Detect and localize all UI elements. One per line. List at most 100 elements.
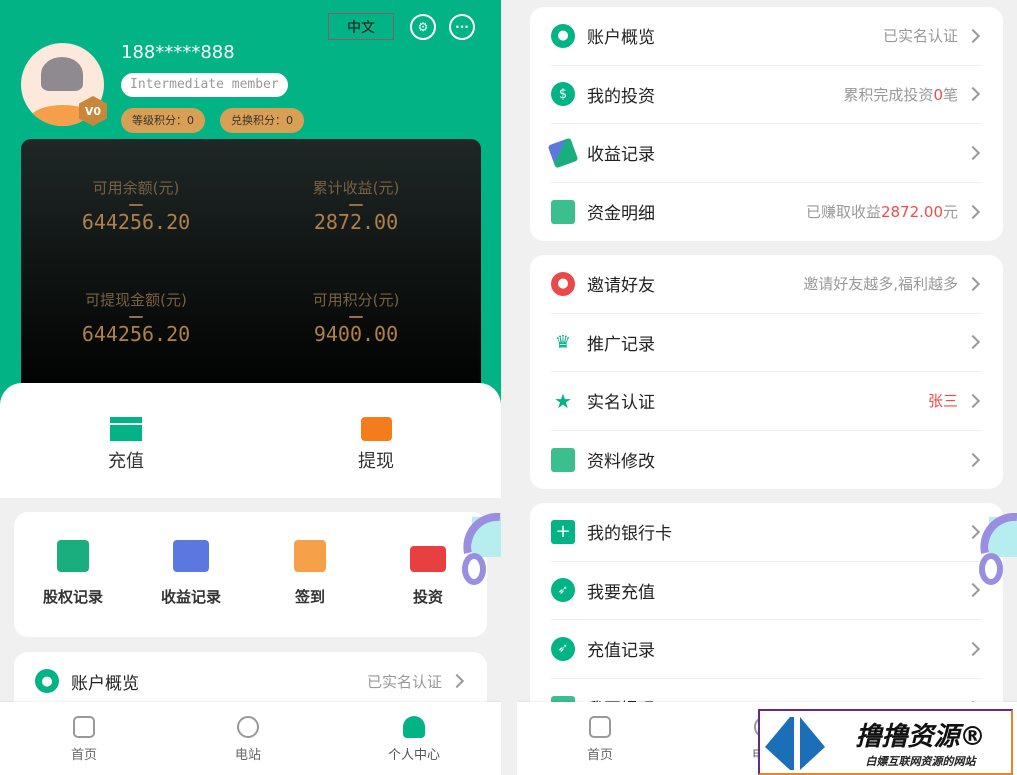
row-label: 账户概览 bbox=[71, 673, 139, 694]
row-label: 资料修改 bbox=[587, 452, 655, 473]
menu-row-real-name[interactable]: ★ 实名认证 张三 bbox=[551, 372, 982, 431]
settings-gear-icon[interactable]: ⚙ bbox=[410, 14, 436, 40]
home-icon bbox=[589, 716, 611, 738]
compass-icon: ➶ bbox=[551, 578, 575, 603]
row-value: 张三 bbox=[927, 392, 958, 411]
chevron-right-icon bbox=[965, 87, 981, 102]
chevron-right-icon bbox=[965, 641, 981, 656]
star-icon: ★ bbox=[554, 388, 572, 413]
menu-row-bank-card[interactable]: + 我的银行卡 bbox=[551, 503, 982, 562]
row-label: 我的投资 bbox=[587, 86, 655, 107]
nav-profile[interactable]: 个人中心 bbox=[364, 716, 464, 763]
crown-icon: ♛ bbox=[554, 331, 572, 353]
menu-row-recharge-records[interactable]: ➶ 充值记录 bbox=[551, 620, 982, 679]
watermark-logo: 撸撸资源® 白嫖互联网资源的网站 bbox=[758, 709, 1013, 775]
check-calendar-icon bbox=[294, 540, 326, 572]
watermark-title: 撸撸资源® bbox=[855, 721, 986, 752]
bottom-nav: 首页 电站 个人中心 bbox=[0, 702, 501, 775]
language-button[interactable]: 中文 bbox=[328, 13, 394, 40]
menu-card-funds: +我的银行卡 ➶我要充值 ➶充值记录 我要提现 bbox=[530, 503, 1003, 733]
withdraw-button[interactable]: 提现 bbox=[326, 417, 426, 473]
menu-row-account-overview[interactable]: ● 账户概览 已实名认证 bbox=[551, 7, 982, 66]
menu-row-promotion-records[interactable]: ♛ 推广记录 bbox=[551, 314, 982, 372]
stat-total-earnings: 累计收益(元) 2872.00 bbox=[312, 179, 400, 234]
row-label: 资金明细 bbox=[587, 204, 655, 225]
row-value: 已赚取收益2872.00元 bbox=[805, 203, 958, 222]
briefcase-icon bbox=[551, 199, 575, 224]
stat-withdrawable: 可提现金额(元) 644256.20 bbox=[81, 291, 191, 346]
row-label: 我的银行卡 bbox=[587, 524, 672, 545]
earnings-records-button[interactable]: 收益记录 bbox=[141, 540, 241, 607]
quick-label: 收益记录 bbox=[160, 588, 221, 606]
menu-row-invite[interactable]: ● 邀请好友 邀请好友越多,福利越多 bbox=[551, 255, 982, 314]
menu-row-my-investment[interactable]: $ 我的投资 累积完成投资0笔 bbox=[551, 66, 982, 124]
level-points-badge: 等级积分：0 bbox=[121, 108, 205, 133]
row-value: 累积完成投资0笔 bbox=[843, 85, 958, 104]
message-icon[interactable]: ··· bbox=[449, 14, 475, 40]
card-icon bbox=[110, 417, 142, 441]
menu-row-earnings[interactable]: 收益记录 bbox=[547, 124, 982, 183]
chart-calendar-icon bbox=[57, 540, 89, 572]
row-label: 实名认证 bbox=[587, 393, 655, 414]
user-phone: 188*****888 bbox=[121, 42, 235, 63]
chevron-right-icon bbox=[965, 393, 981, 408]
row-value: 已实名认证 bbox=[366, 672, 442, 691]
customer-service-float-icon[interactable] bbox=[977, 513, 1017, 585]
member-level: Intermediate member bbox=[121, 73, 288, 97]
right-screen: ● 账户概览 已实名认证 $ 我的投资 累积完成投资0笔 收益记录 资金明细 已赚取收益2… bbox=[517, 0, 1017, 775]
menu-card-promotion: ● 邀请好友 邀请好友越多,福利越多 ♛ 推广记录 ★ 实名认证 张三 资料修改 bbox=[530, 255, 1003, 489]
recharge-label: 充值 bbox=[108, 451, 144, 472]
chevron-right-icon bbox=[965, 276, 981, 291]
quick-label: 股权记录 bbox=[42, 588, 103, 606]
left-screen: 中文 ⚙ ··· V0 188*****888 Intermediate mem… bbox=[0, 0, 501, 775]
handshake-icon bbox=[547, 137, 579, 169]
wallet-icon bbox=[360, 417, 392, 441]
chevron-right-icon bbox=[965, 204, 981, 219]
balance-card: 可用余额(元) 644256.20 累计收益(元) 2872.00 可提现金额(元)… bbox=[21, 139, 481, 399]
logo-mark-icon bbox=[765, 717, 825, 770]
stat-available-balance: 可用余额(元) 644256.20 bbox=[81, 179, 191, 234]
invite-user-icon: ● bbox=[551, 271, 575, 296]
trend-icon bbox=[237, 716, 259, 738]
chevron-right-icon bbox=[965, 145, 981, 160]
nav-station[interactable]: 电站 bbox=[198, 716, 298, 763]
nav-label: 首页 bbox=[586, 748, 613, 763]
customer-service-float-icon[interactable] bbox=[460, 513, 501, 585]
nav-home[interactable]: 首页 bbox=[34, 716, 134, 763]
quick-label: 投资 bbox=[412, 588, 443, 606]
row-label: 充值记录 bbox=[587, 641, 655, 662]
equity-records-button[interactable]: 股权记录 bbox=[23, 540, 123, 607]
nav-home[interactable]: 首页 bbox=[550, 716, 650, 763]
chevron-right-icon bbox=[965, 335, 981, 350]
quick-actions: 股权记录 收益记录 签到 投资 bbox=[14, 512, 487, 637]
user-icon: ● bbox=[35, 669, 59, 694]
message-box-icon bbox=[173, 540, 209, 572]
row-label: 推广记录 bbox=[587, 334, 655, 355]
recharge-button[interactable]: 充值 bbox=[76, 417, 176, 473]
nav-label: 个人中心 bbox=[387, 748, 440, 763]
stat-points: 可用积分(元) 9400.00 bbox=[312, 291, 400, 346]
row-label: 账户概览 bbox=[587, 28, 655, 49]
home-icon bbox=[73, 716, 95, 738]
menu-row-edit-profile[interactable]: 资料修改 bbox=[551, 431, 982, 490]
user-icon: ● bbox=[551, 23, 575, 48]
person-icon bbox=[403, 716, 425, 738]
sign-in-button[interactable]: 签到 bbox=[260, 540, 360, 607]
action-bar: 充值 提现 bbox=[0, 383, 501, 498]
menu-row-recharge[interactable]: ➶ 我要充值 bbox=[551, 562, 982, 620]
briefcase-icon bbox=[551, 447, 575, 472]
nav-label: 首页 bbox=[70, 748, 97, 763]
row-label: 邀请好友 bbox=[587, 276, 655, 297]
exchange-points-badge: 兑换积分：0 bbox=[220, 108, 304, 133]
truck-icon bbox=[410, 546, 446, 572]
chevron-right-icon bbox=[965, 452, 981, 467]
chevron-right-icon bbox=[965, 583, 981, 598]
menu-row-fund-details[interactable]: 资金明细 已赚取收益2872.00元 bbox=[551, 183, 982, 242]
quick-label: 签到 bbox=[294, 588, 325, 606]
chevron-right-icon bbox=[449, 674, 465, 689]
compass-icon: ➶ bbox=[551, 636, 575, 661]
row-label: 我要充值 bbox=[587, 582, 655, 603]
row-value: 邀请好友越多,福利越多 bbox=[803, 275, 958, 294]
row-value: 已实名认证 bbox=[882, 27, 958, 46]
menu-card-account: ● 账户概览 已实名认证 $ 我的投资 累积完成投资0笔 收益记录 资金明细 已赚取收益2… bbox=[530, 7, 1003, 241]
